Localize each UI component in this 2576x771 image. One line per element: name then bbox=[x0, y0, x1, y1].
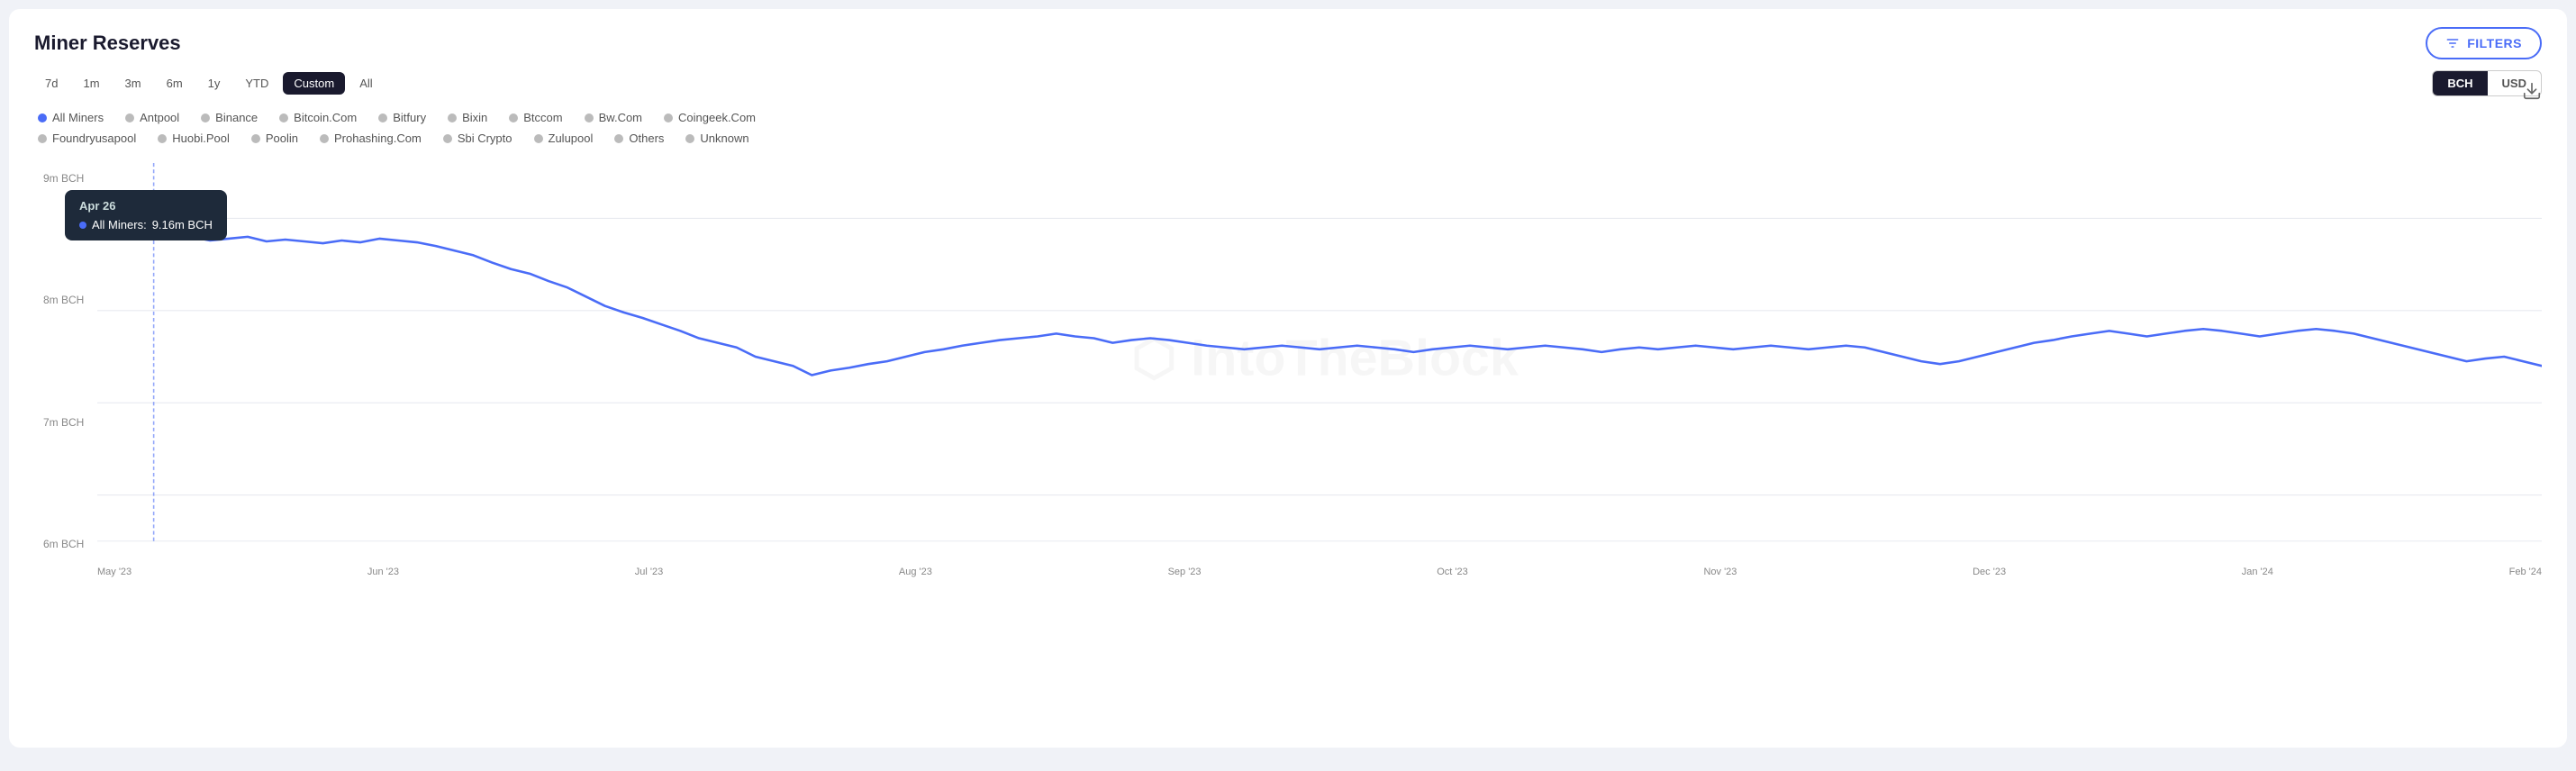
chart-tooltip: Apr 26 All Miners: 9.16m BCH bbox=[65, 190, 227, 240]
legend-dot bbox=[685, 134, 694, 143]
tooltip-date: Apr 26 bbox=[79, 199, 213, 213]
legend-label: All Miners bbox=[52, 111, 104, 124]
legend-item-others[interactable]: Others bbox=[614, 132, 664, 145]
tooltip-dot bbox=[79, 222, 86, 229]
legend-label: Binance bbox=[215, 111, 258, 124]
download-icon[interactable] bbox=[2522, 81, 2542, 105]
header: Miner Reserves FILTERS bbox=[34, 27, 2542, 59]
legend-item-bw-com[interactable]: Bw.Com bbox=[585, 111, 642, 124]
time-filter-custom[interactable]: Custom bbox=[283, 72, 345, 95]
x-axis-label: Oct '23 bbox=[1437, 567, 1468, 577]
legend-dot bbox=[158, 134, 167, 143]
legend-dot bbox=[320, 134, 329, 143]
legend-item-zulupool[interactable]: Zulupool bbox=[534, 132, 594, 145]
legend-label: Unknown bbox=[700, 132, 748, 145]
legend-label: Antpool bbox=[140, 111, 179, 124]
x-axis-label: Jan '24 bbox=[2242, 567, 2273, 577]
legend-label: Bw.Com bbox=[599, 111, 642, 124]
x-axis-label: May '23 bbox=[97, 567, 132, 577]
legend-label: Others bbox=[629, 132, 664, 145]
time-filter-6m[interactable]: 6m bbox=[156, 72, 194, 95]
legend-dot bbox=[201, 113, 210, 122]
legend-label: Zulupool bbox=[549, 132, 594, 145]
legend-dot bbox=[378, 113, 387, 122]
legend-dot bbox=[38, 134, 47, 143]
filter-icon bbox=[2445, 36, 2460, 50]
y-axis-label: 6m BCH bbox=[43, 538, 84, 550]
legend-item-sbi-crypto[interactable]: Sbi Crypto bbox=[443, 132, 512, 145]
legend-item-btccom[interactable]: Btccom bbox=[509, 111, 562, 124]
legend-label: Bitcoin.Com bbox=[294, 111, 357, 124]
legend-label: Bitfury bbox=[393, 111, 426, 124]
x-axis-label: Jun '23 bbox=[367, 567, 399, 577]
legend-dot bbox=[448, 113, 457, 122]
x-axis-label: Sep '23 bbox=[1168, 567, 1202, 577]
x-axis-label: Jul '23 bbox=[635, 567, 663, 577]
x-axis-label: Dec '23 bbox=[1973, 567, 2006, 577]
time-filter-all[interactable]: All bbox=[349, 72, 383, 95]
y-axis-label: 7m BCH bbox=[43, 416, 84, 429]
chart-area: 9m BCH 8m BCH 7m BCH 6m BCH ⬡ IntoTheBlock bbox=[43, 163, 2542, 577]
time-filter-3m[interactable]: 3m bbox=[114, 72, 152, 95]
legend-item-all-miners[interactable]: All Miners bbox=[38, 111, 104, 124]
legend-dot bbox=[38, 113, 47, 122]
legend-label: Bixin bbox=[462, 111, 487, 124]
y-axis-label: 9m BCH bbox=[43, 172, 84, 185]
y-axis-label: 8m BCH bbox=[43, 294, 84, 306]
legend-dot bbox=[509, 113, 518, 122]
legend-dot bbox=[279, 113, 288, 122]
legend-dot bbox=[585, 113, 594, 122]
x-axis: May '23 Jun '23 Jul '23 Aug '23 Sep '23 Oct '… bbox=[97, 567, 2542, 577]
legend-item-binance[interactable]: Binance bbox=[201, 111, 258, 124]
legend-item-bitcoin-com[interactable]: Bitcoin.Com bbox=[279, 111, 357, 124]
legend-dot bbox=[534, 134, 543, 143]
filters-button[interactable]: FILTERS bbox=[2426, 27, 2542, 59]
time-filter-ytd[interactable]: YTD bbox=[234, 72, 279, 95]
legend-item-coingeek-com[interactable]: Coingeek.Com bbox=[664, 111, 756, 124]
legend-item-prohashing-com[interactable]: Prohashing.Com bbox=[320, 132, 422, 145]
legend-item-poolin[interactable]: Poolin bbox=[251, 132, 298, 145]
tooltip-value: All Miners: 9.16m BCH bbox=[79, 218, 213, 231]
legend-item-foundryusapool[interactable]: Foundryusapool bbox=[38, 132, 136, 145]
legend: All Miners Antpool Binance Bitcoin.Com Bitfu… bbox=[34, 111, 2542, 145]
legend-dot bbox=[664, 113, 673, 122]
time-filter-1m[interactable]: 1m bbox=[72, 72, 110, 95]
currency-btn-bch[interactable]: BCH bbox=[2433, 71, 2487, 95]
tooltip-label: All Miners: bbox=[92, 218, 147, 231]
page-title: Miner Reserves bbox=[34, 32, 181, 55]
main-container: Miner Reserves FILTERS 7d1m3m6m1yYTDCust… bbox=[9, 9, 2567, 748]
svg-text:⬡ IntoTheBlock: ⬡ IntoTheBlock bbox=[1131, 331, 1519, 386]
legend-label: Poolin bbox=[266, 132, 298, 145]
legend-label: Prohashing.Com bbox=[334, 132, 422, 145]
legend-item-unknown[interactable]: Unknown bbox=[685, 132, 748, 145]
time-filter-1y[interactable]: 1y bbox=[197, 72, 231, 95]
legend-dot bbox=[125, 113, 134, 122]
legend-dot bbox=[614, 134, 623, 143]
toolbar: 7d1m3m6m1yYTDCustomAll BCHUSD bbox=[34, 70, 2542, 96]
x-axis-label: Feb '24 bbox=[2509, 567, 2542, 577]
filters-label: FILTERS bbox=[2467, 36, 2522, 50]
legend-item-antpool[interactable]: Antpool bbox=[125, 111, 179, 124]
legend-item-bitfury[interactable]: Bitfury bbox=[378, 111, 426, 124]
time-filter-group: 7d1m3m6m1yYTDCustomAll bbox=[34, 72, 384, 95]
legend-label: Huobi.Pool bbox=[172, 132, 230, 145]
chart-svg: ⬡ IntoTheBlock bbox=[97, 163, 2542, 550]
x-axis-label: Nov '23 bbox=[1703, 567, 1737, 577]
legend-item-bixin[interactable]: Bixin bbox=[448, 111, 487, 124]
x-axis-label: Aug '23 bbox=[899, 567, 932, 577]
legend-item-huobi-pool[interactable]: Huobi.Pool bbox=[158, 132, 230, 145]
chart-svg-wrapper: ⬡ IntoTheBlock bbox=[97, 163, 2542, 550]
legend-label: Foundryusapool bbox=[52, 132, 136, 145]
time-filter-7d[interactable]: 7d bbox=[34, 72, 68, 95]
legend-label: Coingeek.Com bbox=[678, 111, 756, 124]
legend-dot bbox=[443, 134, 452, 143]
legend-label: Sbi Crypto bbox=[458, 132, 512, 145]
tooltip-val: 9.16m BCH bbox=[152, 218, 213, 231]
legend-dot bbox=[251, 134, 260, 143]
legend-label: Btccom bbox=[523, 111, 562, 124]
